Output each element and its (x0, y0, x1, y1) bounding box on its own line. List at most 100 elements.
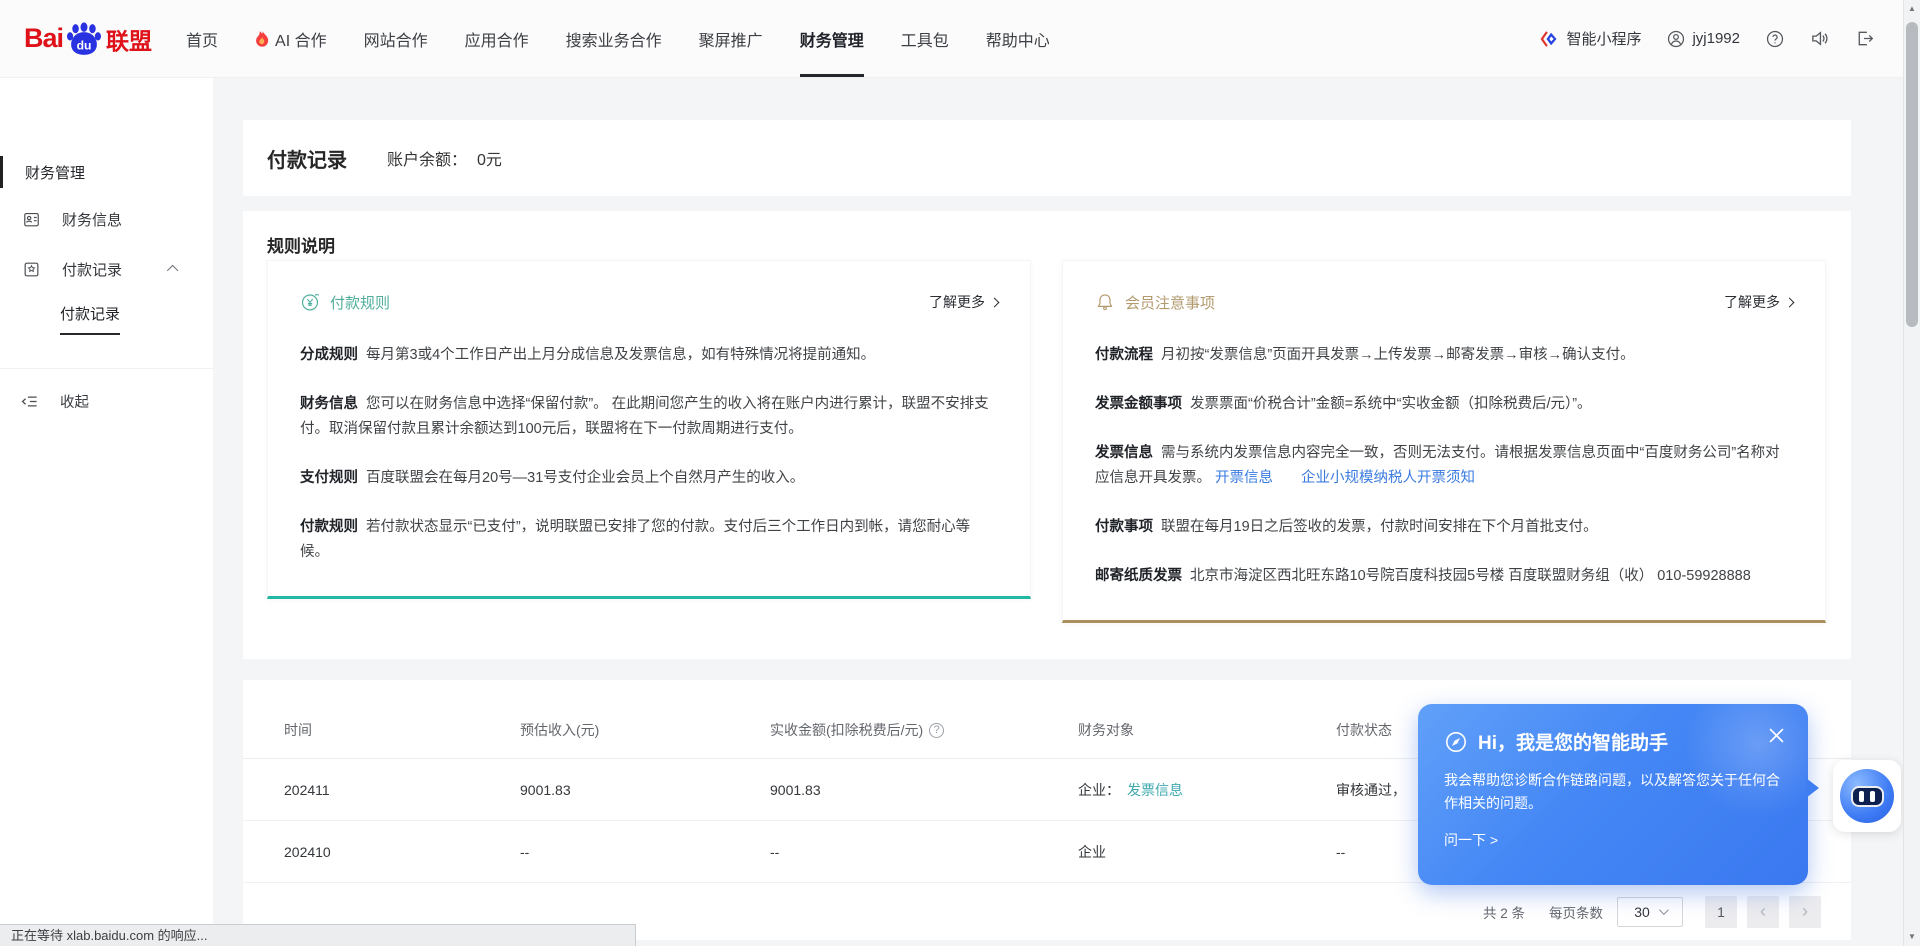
logo-text-bai: Bai (24, 23, 63, 54)
sidebar-subitem-payment-records[interactable]: 付款记录 (0, 294, 213, 344)
chevron-up-icon (167, 265, 178, 276)
chevron-right-icon (990, 297, 1000, 307)
sidebar: 财务管理 财务信息 付款记录 付款记录 收起 (0, 78, 213, 946)
page-number-button[interactable]: 1 (1705, 896, 1737, 928)
balance-label: 账户余额： (387, 146, 467, 170)
vertical-scrollbar[interactable]: ▲ ▼ (1903, 0, 1920, 946)
next-page-button[interactable]: › (1789, 896, 1821, 928)
logout-icon[interactable] (1855, 29, 1874, 48)
nav-finance-management[interactable]: 财务管理 (800, 0, 864, 77)
cell-estimated: -- (520, 844, 770, 860)
mini-program-link[interactable]: 智能小程序 (1539, 28, 1641, 49)
column-header-estimated-income: 预估收入(元) (520, 720, 770, 740)
chevron-right-icon (1785, 297, 1795, 307)
scrollbar-up-arrow[interactable]: ▲ (1904, 0, 1920, 16)
sidebar-item-finance-info[interactable]: 财务信息 (0, 194, 213, 244)
assistant-robot-button[interactable] (1833, 760, 1901, 832)
svg-text:du: du (77, 38, 92, 52)
topbar-right-cluster: 智能小程序 jyj1992 (1539, 0, 1874, 77)
account-balance: 账户余额： 0元 (387, 146, 502, 170)
baidu-paw-icon: du (65, 22, 103, 56)
rule-item: 发票金额事项发票票面“价税合计”金额=系统中“实收金额（扣除税费后/元）”。 (1095, 392, 1793, 417)
popup-pointer (1806, 778, 1819, 798)
page-title-panel: 付款记录 账户余额： 0元 (243, 120, 1851, 196)
nav-home[interactable]: 首页 (186, 0, 218, 77)
finance-info-icon (22, 210, 41, 229)
assistant-title: Hi，我是您的智能助手 (1478, 728, 1668, 755)
page-title: 付款记录 (267, 144, 347, 173)
nav-screen-promotion[interactable]: 聚屏推广 (699, 0, 763, 77)
nav-ai-cooperation[interactable]: AI 合作 (255, 0, 327, 77)
baidu-union-logo[interactable]: Bai du 联盟 (24, 0, 152, 77)
invoice-info-link[interactable]: 开票信息 (1215, 470, 1273, 486)
main-nav: 首页 AI 合作 网站合作 应用合作 搜索业务合作 聚屏推广 财务管理 工具包 … (186, 0, 1050, 77)
payment-rules-card: 付款规则 了解更多 分成规则每月第3或4个工作日产出上月分成信息及发票信息，如有… (267, 260, 1031, 599)
nav-toolkit[interactable]: 工具包 (901, 0, 949, 77)
payment-record-icon (22, 260, 41, 279)
sidebar-item-label: 财务信息 (62, 209, 122, 230)
nav-website-cooperation[interactable]: 网站合作 (364, 0, 428, 77)
rules-panel: 规则说明 付款规则 了解更多 分成规则每月第3或4个工作日产出上月分成信息 (243, 211, 1851, 659)
column-header-actual-amount: 实收金额(扣除税费后/元) (770, 720, 923, 740)
rules-section-title: 规则说明 (267, 235, 1827, 259)
sidebar-section-finance-management[interactable]: 财务管理 (0, 150, 213, 194)
collapse-icon (20, 392, 39, 411)
robot-avatar-icon (1840, 769, 1894, 823)
compass-icon (1444, 730, 1468, 754)
nav-help-center[interactable]: 帮助中心 (986, 0, 1050, 77)
cell-time: 202411 (243, 782, 520, 798)
rule-item: 财务信息您可以在财务信息中选择“保留付款”。 在此期间您产生的收入将在账户内进行… (300, 392, 998, 442)
rule-item: 支付规则百度联盟会在每月20号—31号支付企业会员上个自然月产生的收入。 (300, 466, 998, 491)
nav-search-business[interactable]: 搜索业务合作 (566, 0, 662, 77)
cell-entity: 企业：发票信息 (1078, 780, 1336, 800)
sidebar-subitem-label: 付款记录 (60, 303, 120, 335)
column-header-finance-entity: 财务对象 (1078, 720, 1336, 740)
cell-estimated: 9001.83 (520, 782, 770, 798)
page-size-select[interactable]: 30 (1617, 897, 1683, 927)
member-notes-card: 会员注意事项 了解更多 付款流程月初按“发票信息”页面开具发票→上传发票→邮寄发… (1062, 260, 1826, 623)
help-icon[interactable] (1766, 30, 1784, 48)
card-title: 会员注意事项 (1125, 292, 1215, 313)
coin-yuan-icon (300, 292, 320, 312)
learn-more-link[interactable]: 了解更多 (929, 292, 998, 312)
invoice-info-table-link[interactable]: 发票信息 (1127, 782, 1183, 798)
flame-icon (255, 30, 270, 47)
balance-value: 0元 (477, 146, 502, 170)
sidebar-collapse-button[interactable]: 收起 (0, 377, 213, 425)
cell-actual: 9001.83 (770, 782, 1078, 798)
collapse-label: 收起 (60, 391, 89, 412)
total-count: 共 2 条 (1483, 902, 1525, 922)
rule-item: 付款事项联盟在每月19日之后签收的发票，付款时间安排在下个月首批支付。 (1095, 515, 1793, 540)
column-header-time: 时间 (243, 720, 520, 740)
small-taxpayer-notice-link[interactable]: 企业小规模纳税人开票须知 (1301, 470, 1475, 486)
rule-item: 付款流程月初按“发票信息”页面开具发票→上传发票→邮寄发票→审核→确认支付。 (1095, 343, 1793, 368)
cell-time: 202410 (243, 844, 520, 860)
chevron-down-icon (1659, 905, 1669, 915)
rule-item: 分成规则每月第3或4个工作日产出上月分成信息及发票信息，如有特殊情况将提前通知。 (300, 343, 998, 368)
sidebar-section-label: 财务管理 (25, 162, 85, 183)
sidebar-item-label: 付款记录 (62, 259, 122, 280)
user-account[interactable]: jyj1992 (1667, 30, 1740, 48)
help-tooltip-icon[interactable] (929, 723, 944, 738)
assistant-message: 我会帮助您诊断合作链路问题，以及解答您关于任何合作相关的问题。 (1444, 769, 1786, 815)
close-icon[interactable] (1769, 728, 1784, 743)
browser-status-text: 正在等待 xlab.baidu.com 的响应... (0, 924, 636, 946)
cell-actual: -- (770, 844, 1078, 860)
scrollbar-down-arrow[interactable]: ▼ (1904, 928, 1920, 944)
bell-icon (1095, 292, 1115, 312)
prev-page-button[interactable]: ‹ (1747, 896, 1779, 928)
sidebar-item-payment-records[interactable]: 付款记录 (0, 244, 213, 294)
top-navigation-bar: Bai du 联盟 首页 AI 合作 网站合作 应用合作 搜索业务合作 聚屏推广 (0, 0, 1920, 78)
assistant-ask-link[interactable]: 问一下 > (1444, 830, 1782, 850)
logo-text-union: 联盟 (106, 22, 152, 56)
scrollbar-thumb[interactable] (1906, 22, 1918, 327)
nav-app-cooperation[interactable]: 应用合作 (465, 0, 529, 77)
smart-assistant-popup: Hi，我是您的智能助手 我会帮助您诊断合作链路问题，以及解答您关于任何合作相关的… (1418, 704, 1808, 885)
sound-icon[interactable] (1810, 29, 1829, 48)
card-title: 付款规则 (330, 292, 390, 313)
cell-entity: 企业 (1078, 842, 1336, 862)
learn-more-link[interactable]: 了解更多 (1724, 292, 1793, 312)
rule-item: 邮寄纸质发票北京市海淀区西北旺东路10号院百度科技园5号楼 百度联盟财务组（收）… (1095, 564, 1793, 589)
sidebar-divider (0, 368, 213, 369)
rule-item: 发票信息需与系统内发票信息内容完全一致，否则无法支付。请根据发票信息页面中“百度… (1095, 441, 1793, 491)
